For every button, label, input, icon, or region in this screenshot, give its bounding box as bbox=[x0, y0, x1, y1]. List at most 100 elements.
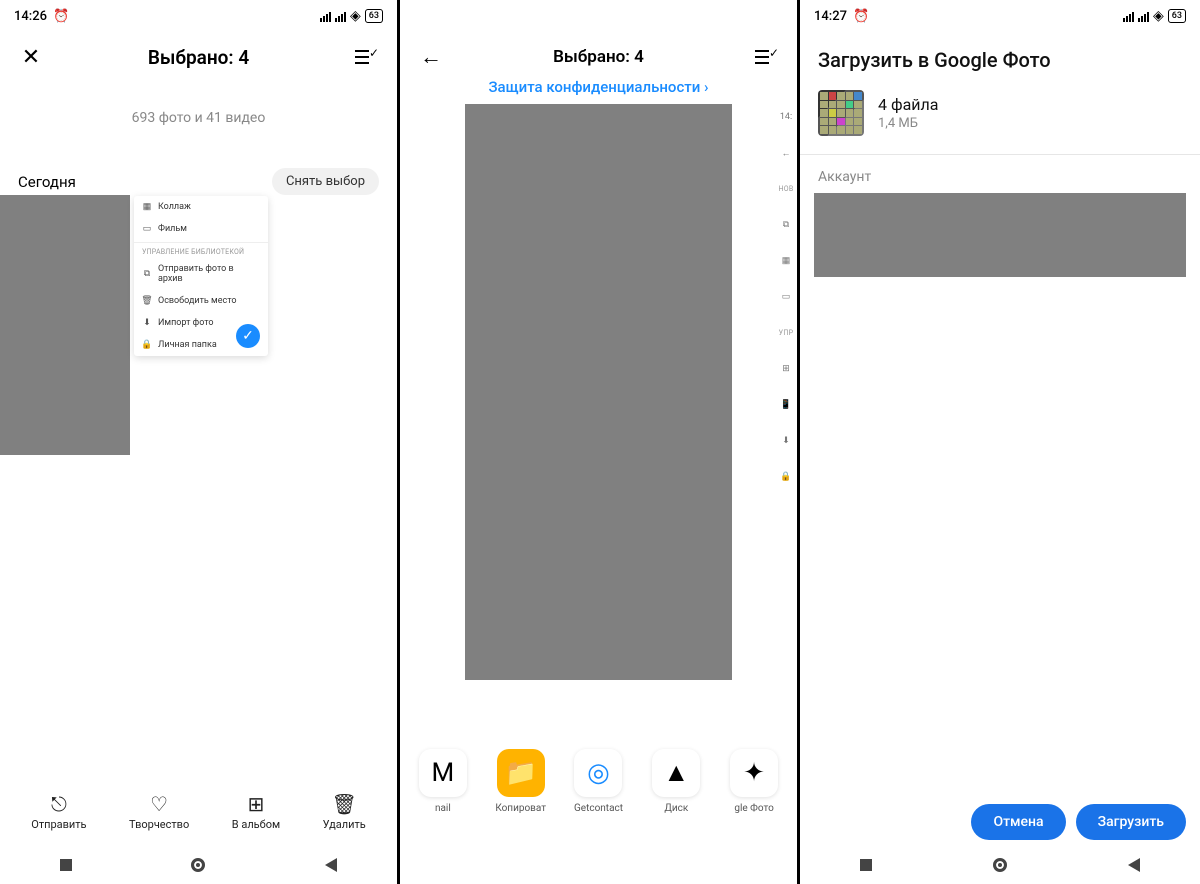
recent-apps-icon[interactable] bbox=[60, 859, 72, 871]
menu-item-icon: ⬇ bbox=[142, 318, 152, 328]
action-icon: ⎋ bbox=[51, 794, 67, 814]
share-target[interactable]: ✦ gle Фото bbox=[718, 749, 790, 814]
peek-item: 14: bbox=[780, 110, 792, 124]
status-bar: 14:27 ⏰ ◈ 63 bbox=[800, 0, 1200, 32]
header: ✕ Выбрано: 4 bbox=[0, 32, 397, 82]
context-menu: ▦ Коллаж ▭ Фильм УПРАВЛЕНИЕ БИБЛИОТЕКОЙ ⧉ От… bbox=[134, 196, 268, 356]
status-bar: 14:26 ⏰ ◈ 63 bbox=[0, 0, 397, 32]
battery-icon: 63 bbox=[1168, 9, 1186, 23]
share-app-icon: 📁 bbox=[497, 749, 545, 797]
close-icon[interactable]: ✕ bbox=[18, 44, 44, 70]
menu-item[interactable]: ▦ Коллаж bbox=[134, 196, 268, 218]
header: ← Выбрано: 4 bbox=[400, 32, 797, 82]
menu-item-icon: 🔒 bbox=[142, 340, 152, 350]
share-target[interactable]: ▲Диск bbox=[640, 749, 712, 814]
peek-next-screen: 14: ← НОВ ⧉ ▦ ▭ УПР ⊞ 📱 ⬇ 🔒 bbox=[775, 104, 797, 680]
peek-item: ⊞ bbox=[782, 362, 790, 376]
menu-item-label: Импорт фото bbox=[158, 318, 214, 328]
photo-thumbnail[interactable] bbox=[0, 195, 130, 455]
menu-item[interactable]: 🗑Освободить место bbox=[134, 290, 268, 312]
action-label: Удалить bbox=[323, 818, 366, 831]
cancel-button[interactable]: Отмена bbox=[971, 804, 1065, 840]
action-label: Творчество bbox=[129, 818, 189, 831]
upload-button[interactable]: Загрузить bbox=[1076, 804, 1186, 840]
share-target[interactable]: Mnail bbox=[407, 749, 479, 814]
preview-image[interactable] bbox=[465, 104, 732, 680]
check-badge-icon: ✓ bbox=[236, 324, 260, 348]
share-sheet-screen: ← Выбрано: 4 Защита конфиденциальности ›… bbox=[400, 0, 800, 884]
share-target[interactable]: ◎Getcontact bbox=[562, 749, 634, 814]
menu-item-icon: ▦ bbox=[142, 202, 152, 212]
peek-item: ▭ bbox=[782, 290, 791, 304]
back-arrow-icon[interactable]: ← bbox=[418, 44, 444, 70]
page-title: Выбрано: 4 bbox=[444, 47, 753, 67]
share-targets-row: Mnail 📁 Копироват ◎Getcontact▲Диск ✦ gle Фото bbox=[400, 726, 797, 836]
action-Творчество[interactable]: ♡ Творчество bbox=[129, 794, 189, 831]
dialog-button-row: Отмена Загрузить bbox=[971, 804, 1186, 840]
peek-item: ← bbox=[782, 146, 791, 160]
share-target[interactable]: 📁 Копироват bbox=[485, 749, 557, 814]
battery-icon: 63 bbox=[365, 9, 383, 23]
signal-icon bbox=[320, 10, 331, 22]
menu-item-label: Коллаж bbox=[158, 202, 191, 212]
share-app-label: Диск bbox=[664, 803, 688, 814]
android-nav-bar bbox=[0, 846, 397, 884]
peek-item: УПР bbox=[779, 326, 794, 340]
peek-item: ▦ bbox=[782, 254, 791, 268]
back-icon[interactable] bbox=[325, 858, 337, 872]
account-selector[interactable] bbox=[814, 193, 1186, 277]
date-section: Сегодня bbox=[18, 173, 76, 191]
status-time: 14:27 bbox=[814, 9, 847, 24]
menu-item-icon: ⧉ bbox=[142, 269, 152, 279]
share-app-label: Копироват bbox=[495, 803, 546, 814]
signal-icon-2 bbox=[1138, 10, 1149, 22]
android-nav-bar bbox=[800, 846, 1200, 884]
file-size: 1,4 МБ bbox=[878, 116, 938, 131]
divider bbox=[800, 154, 1200, 155]
alarm-icon: ⏰ bbox=[853, 9, 869, 24]
peek-item: ⬇ bbox=[782, 434, 790, 448]
share-app-label: nail bbox=[435, 803, 451, 814]
wifi-icon: ◈ bbox=[1153, 8, 1164, 24]
share-app-icon: ◎ bbox=[574, 749, 622, 797]
home-icon[interactable] bbox=[191, 858, 205, 872]
status-time: 14:26 bbox=[14, 9, 47, 24]
privacy-link[interactable]: Защита конфиденциальности › bbox=[400, 78, 797, 96]
peek-item: 🔒 bbox=[780, 470, 791, 484]
peek-item: ⧉ bbox=[783, 218, 789, 232]
action-icon: ♡ bbox=[150, 794, 168, 814]
menu-item-label: Фильм bbox=[158, 224, 187, 234]
account-label: Аккаунт bbox=[800, 169, 1200, 193]
select-all-icon[interactable] bbox=[753, 44, 779, 70]
recent-apps-icon[interactable] bbox=[860, 859, 872, 871]
action-Удалить[interactable]: 🗑Удалить bbox=[323, 794, 366, 831]
menu-item-label: Личная папка bbox=[158, 340, 217, 350]
menu-item-label: Освободить место bbox=[158, 296, 237, 306]
deselect-chip[interactable]: Снять выбор bbox=[272, 168, 379, 195]
wifi-icon: ◈ bbox=[350, 8, 361, 24]
menu-item[interactable]: ⧉ Отправить фото в архив bbox=[134, 258, 268, 290]
home-icon[interactable] bbox=[993, 858, 1007, 872]
menu-item-icon: ▭ bbox=[142, 224, 152, 234]
back-icon[interactable] bbox=[1128, 858, 1140, 872]
signal-icon-2 bbox=[335, 10, 346, 22]
menu-section-header: УПРАВЛЕНИЕ БИБЛИОТЕКОЙ bbox=[134, 242, 268, 258]
dialog-title: Загрузить в Google Фото bbox=[800, 32, 1200, 80]
peek-item: 📱 bbox=[780, 398, 791, 412]
signal-icon bbox=[1123, 10, 1134, 22]
select-all-icon[interactable] bbox=[353, 44, 379, 70]
peek-item: НОВ bbox=[778, 182, 793, 196]
action-icon: ⊞ bbox=[248, 794, 265, 814]
bottom-action-bar: ⎋Отправить ♡ Творчество ⊞В альбом 🗑Удалить bbox=[0, 780, 397, 844]
menu-item-label: Отправить фото в архив bbox=[158, 264, 260, 284]
upload-summary-row: 4 файла 1,4 МБ bbox=[800, 80, 1200, 150]
action-В альбом[interactable]: ⊞В альбом bbox=[232, 794, 280, 831]
file-count: 4 файла bbox=[878, 95, 938, 114]
menu-item[interactable]: ▭ Фильм bbox=[134, 218, 268, 240]
share-app-label: gle Фото bbox=[734, 803, 773, 814]
share-app-icon: ✦ bbox=[730, 749, 778, 797]
files-thumbnail-icon bbox=[818, 90, 864, 136]
action-Отправить[interactable]: ⎋Отправить bbox=[31, 794, 86, 831]
share-app-icon: M bbox=[419, 749, 467, 797]
google-photos-upload-screen: 14:27 ⏰ ◈ 63 Загрузить в Google Фото 4 ф… bbox=[800, 0, 1200, 884]
